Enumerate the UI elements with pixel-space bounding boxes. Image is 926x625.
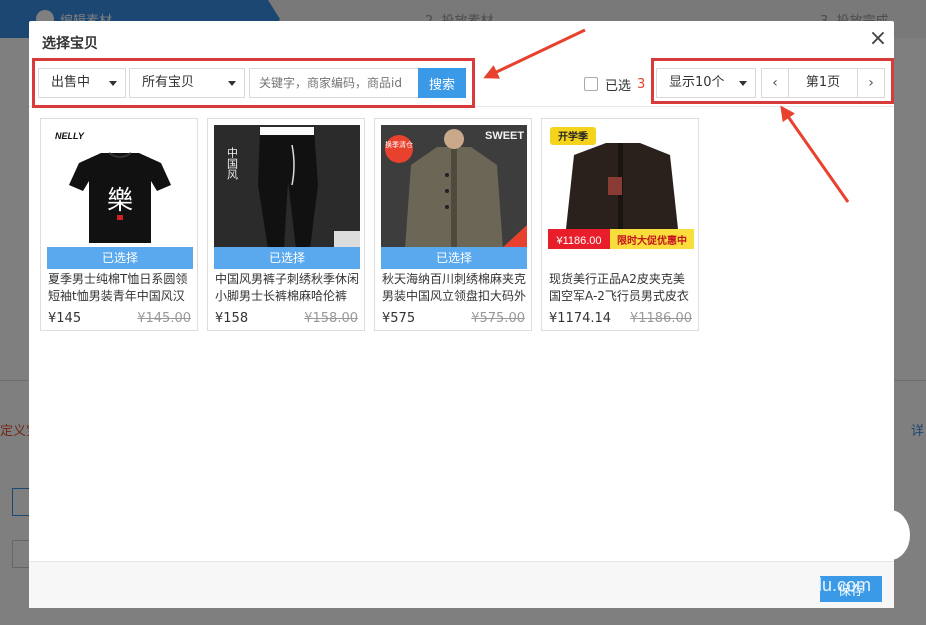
- product-brand-text: SWEET: [485, 130, 524, 142]
- product-promo-logo: 开学季: [558, 130, 589, 143]
- dialog-title: 选择宝贝: [42, 36, 98, 52]
- product-image-price: ¥1186.00: [555, 235, 601, 247]
- product-title: 中国风男裤子刺绣秋季休闲小脚男士长裤棉麻哈伦裤: [215, 272, 360, 303]
- product-image: NELLY 樂: [47, 125, 193, 249]
- selected-badge: 已选择: [381, 247, 527, 269]
- selected-badge: 已选择: [214, 247, 360, 269]
- select-product-dialog: 选择宝贝 × 出售中 所有宝贝 搜索 已选 3 显示10个 ‹ 第1页 ›: [29, 21, 894, 608]
- product-title: 现货美行正品A2皮夹克美国空军A-2飞行员男式皮衣夹克: [549, 272, 689, 303]
- product-original-price: ¥158.00: [304, 311, 358, 326]
- close-icon[interactable]: ×: [867, 28, 889, 51]
- product-print-text: 中国风: [226, 147, 239, 180]
- background-bubble: [870, 510, 910, 560]
- annotation-box-filters: [32, 58, 475, 108]
- product-price: ¥158: [215, 311, 249, 326]
- watermark: lu.com: [818, 575, 872, 595]
- dialog-footer: 保存: [29, 561, 894, 608]
- annotation-box-pager: [651, 58, 894, 104]
- product-card[interactable]: NELLY 樂 已选择 夏季男士纯棉T恤日系圆领短袖t恤男装青年中国风汉字 ¥1…: [40, 118, 198, 331]
- product-card[interactable]: 中国风 已选择 中国风男裤子刺绣秋季休闲小脚男士长裤棉麻哈伦裤 ¥158 ¥15…: [207, 118, 365, 331]
- product-title: 秋天海纳百川刺绣棉麻夹克男装中国风立领盘扣大码外套: [382, 272, 527, 303]
- product-title: 夏季男士纯棉T恤日系圆领短袖t恤男装青年中国风汉字: [48, 272, 188, 303]
- product-card[interactable]: 开学季 ¥1186.00 限时大促优惠中 现货美行正品A2皮夹克美国空军A-2飞…: [541, 118, 699, 331]
- selected-filter[interactable]: 已选 3: [584, 75, 646, 94]
- product-original-price: ¥145.00: [137, 311, 191, 326]
- product-brand-text: NELLY: [55, 131, 85, 141]
- selected-label: 已选: [605, 78, 632, 94]
- product-price: ¥1174.14: [549, 311, 612, 326]
- product-tag-text: 换季清仓: [385, 140, 413, 149]
- product-original-price: ¥575.00: [471, 311, 525, 326]
- product-image: 中国风: [214, 125, 360, 249]
- selected-count: 3: [637, 76, 646, 92]
- product-card[interactable]: SWEET 换季清仓 已选择 秋天海纳百川刺绣棉麻夹克男装中国风立领盘扣大码外套…: [374, 118, 532, 331]
- product-promo-text: 限时大促优惠中: [617, 234, 687, 247]
- selected-checkbox[interactable]: [584, 77, 598, 91]
- product-image: 开学季 ¥1186.00 限时大促优惠中: [548, 125, 694, 249]
- product-image: SWEET 换季清仓: [381, 125, 527, 249]
- product-original-price: ¥1186.00: [629, 311, 692, 326]
- product-price: ¥145: [48, 311, 82, 326]
- product-print-text: 樂: [107, 186, 133, 216]
- product-price: ¥575: [382, 311, 416, 326]
- selected-badge: 已选择: [47, 247, 193, 269]
